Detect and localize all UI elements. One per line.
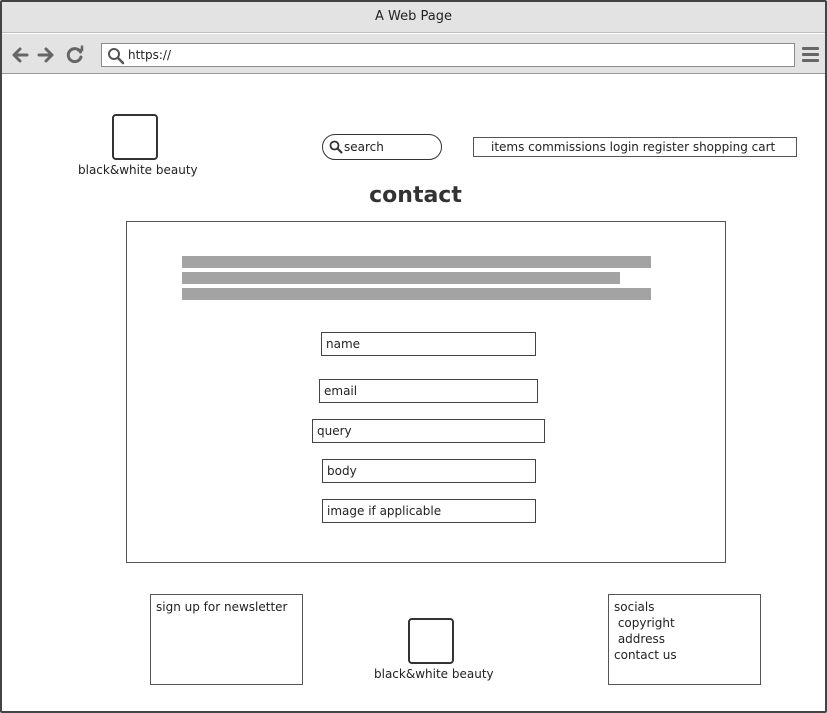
title-bar: A Web Page [2, 2, 825, 33]
arrow-right-icon[interactable] [36, 45, 56, 65]
footer-links-box: socials copyright address contact us [608, 594, 761, 685]
footer-link-address[interactable]: address [614, 631, 665, 647]
address-bar[interactable]: https:// [101, 43, 795, 67]
email-field[interactable]: email [319, 379, 538, 403]
newsletter-label: sign up for newsletter [156, 600, 288, 614]
nav-links-text[interactable]: items commissions login register shoppin… [491, 140, 775, 154]
hamburger-menu-icon[interactable] [802, 46, 819, 63]
footer-brand-name: black&white beauty [374, 667, 494, 681]
search-icon [329, 140, 343, 154]
placeholder-text-line [182, 272, 620, 284]
footer-link-contact-us[interactable]: contact us [614, 647, 677, 663]
name-field[interactable]: name [321, 332, 536, 356]
reload-icon[interactable] [65, 45, 85, 65]
brand-name: black&white beauty [78, 163, 198, 177]
arrow-left-icon[interactable] [10, 45, 30, 65]
field-label: name [326, 337, 361, 351]
image-upload-field[interactable]: image if applicable [322, 499, 536, 523]
window-title: A Web Page [375, 9, 452, 24]
main-navigation[interactable]: items commissions login register shoppin… [473, 137, 797, 157]
address-text[interactable]: https:// [128, 48, 171, 62]
newsletter-box[interactable]: sign up for newsletter [150, 594, 303, 685]
browser-toolbar: https:// [2, 34, 825, 74]
field-label: body [327, 464, 357, 478]
logo-image[interactable] [112, 114, 158, 160]
body-field[interactable]: body [322, 459, 536, 483]
footer-link-socials[interactable]: socials [614, 599, 654, 615]
placeholder-text-line [182, 288, 651, 300]
query-field[interactable]: query [312, 419, 545, 443]
field-label: query [317, 424, 352, 438]
placeholder-text-line [182, 256, 651, 268]
footer-link-copyright[interactable]: copyright [614, 615, 675, 631]
search-placeholder: search [344, 140, 384, 154]
search-icon [108, 48, 125, 65]
footer-logo-image[interactable] [408, 618, 454, 664]
field-label: email [324, 384, 358, 398]
contact-panel: name email query body image if applicabl… [126, 221, 726, 563]
page-title: contact [369, 183, 462, 208]
search-input[interactable]: search [322, 134, 442, 160]
field-label: image if applicable [327, 504, 442, 518]
browser-window: A Web Page https:// black&white beauty s… [0, 0, 827, 713]
